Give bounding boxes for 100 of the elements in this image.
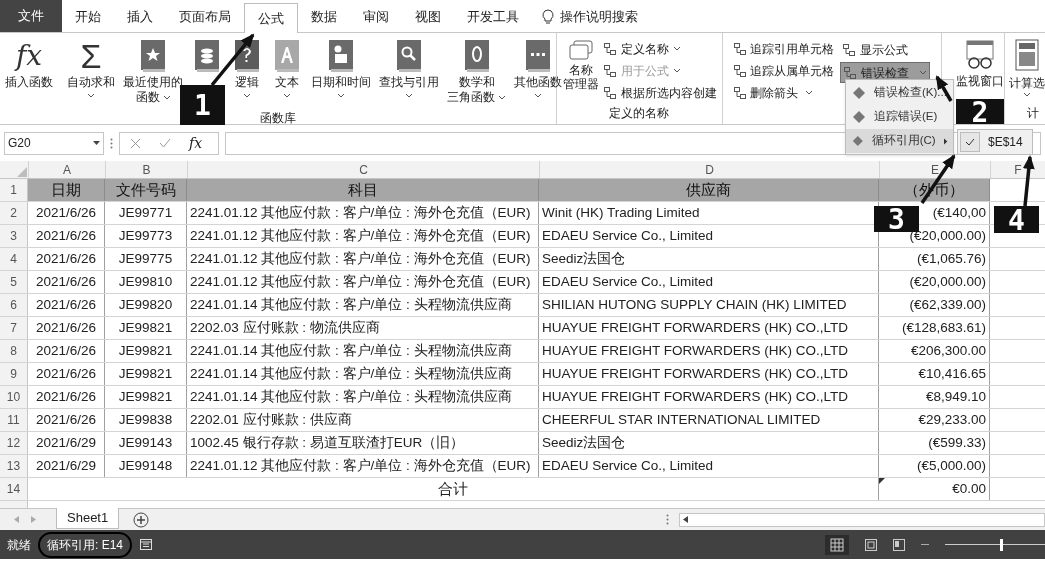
- ribbon-tab[interactable]: 审阅: [350, 2, 402, 32]
- ribbon-button[interactable]: 逻辑: [228, 37, 266, 109]
- trace-arrows-icon: [732, 85, 747, 100]
- menu-item[interactable]: 追踪错误(E): [846, 105, 944, 129]
- table-cell: 2241.01.12 其他应付款 : 客户/单位 : 海外仓充值（EUR): [187, 248, 539, 270]
- row-number[interactable]: 12: [0, 432, 28, 454]
- watch-window-button[interactable]: 监视窗口: [955, 39, 1004, 91]
- zoom-slider-thumb[interactable]: [1000, 538, 1003, 551]
- row-number[interactable]: 4: [0, 248, 28, 270]
- header-cell: 日期: [28, 179, 105, 201]
- table-cell: JE99143: [105, 432, 187, 454]
- row-number[interactable]: 7: [0, 317, 28, 339]
- function-glyph: fx: [15, 42, 43, 70]
- name-manager-button[interactable]: 名称 管理器: [563, 39, 599, 102]
- check-icon[interactable]: [159, 138, 171, 148]
- column-header[interactable]: E: [879, 161, 990, 178]
- table-cell: 2241.01.12 其他应付款 : 客户/单位 : 海外仓充值（EUR): [187, 455, 539, 477]
- zoom-slider[interactable]: [945, 538, 1045, 551]
- table-cell: JE99810: [105, 271, 187, 293]
- ribbon-tab[interactable]: 插入: [114, 2, 166, 32]
- menu-item[interactable]: 错误检查(K)...: [846, 81, 953, 105]
- ribbon-menu-button[interactable]: 追踪从属单元格: [732, 61, 834, 80]
- ribbon-button[interactable]: fx 插入函数: [2, 37, 56, 109]
- sheet-tab[interactable]: Sheet1: [56, 508, 120, 529]
- row-number[interactable]: 10: [0, 386, 28, 408]
- row-number[interactable]: 14: [0, 478, 28, 500]
- page-layout-view-icon[interactable]: [865, 538, 877, 551]
- row-number[interactable]: 6: [0, 294, 28, 316]
- row-number[interactable]: 5: [0, 271, 28, 293]
- ribbon-menu-button[interactable]: 显示公式: [839, 39, 930, 60]
- table-cell: (€5,000.00): [879, 455, 990, 477]
- formula-icon: [841, 42, 856, 57]
- add-sheet-icon[interactable]: [133, 511, 150, 528]
- column-header[interactable]: D: [539, 161, 879, 178]
- row-number[interactable]: 9: [0, 363, 28, 385]
- table-cell: 2021/6/26: [28, 248, 105, 270]
- normal-view-icon[interactable]: [825, 534, 849, 555]
- scroll-left-icon[interactable]: [683, 516, 689, 523]
- calculation-options-button[interactable]: 计算选: [1009, 39, 1045, 97]
- row-number[interactable]: 3: [0, 225, 28, 247]
- table-cell: 2021/6/26: [28, 386, 105, 408]
- page-break-view-icon[interactable]: [893, 538, 905, 551]
- caret-icon: [673, 46, 681, 51]
- table-cell: JE99148: [105, 455, 187, 477]
- table-cell: 2021/6/26: [28, 225, 105, 247]
- caret-icon: [243, 93, 251, 98]
- table-cell: Seediz法国仓: [539, 248, 879, 270]
- caret-icon: [162, 95, 171, 100]
- table-cell: €29,233.00: [879, 409, 990, 431]
- table-cell: (€128,683.61): [879, 317, 990, 339]
- ribbon-tab[interactable]: 视图: [402, 2, 454, 32]
- table-cell: HUAYUE FREIGHT FORWARDERS (HK) CO.,LTD: [539, 386, 879, 408]
- row-number[interactable]: 11: [0, 409, 28, 431]
- macro-record-icon[interactable]: [140, 539, 153, 550]
- zoom-out-icon[interactable]: [921, 543, 929, 546]
- column-header[interactable]: F: [990, 161, 1045, 178]
- column-header[interactable]: C: [187, 161, 539, 178]
- caret-icon: [1023, 92, 1031, 97]
- header-cell: 科目: [187, 179, 539, 201]
- circular-reference-status: 循环引用: E14: [38, 531, 133, 558]
- table-cell: 1002.45 银行存款 : 易道互联渣打EUR（旧）: [187, 432, 539, 454]
- ribbon-tab[interactable]: 开始: [62, 2, 114, 32]
- ribbon-tab[interactable]: 开发工具: [454, 2, 532, 32]
- search-hint[interactable]: 操作说明搜索: [560, 7, 638, 27]
- table-cell: 2241.01.14 其他应付款 : 客户/单位 : 头程物流供应商: [187, 363, 539, 385]
- insert-function-button[interactable]: fx: [189, 132, 203, 154]
- column-header[interactable]: B: [105, 161, 187, 178]
- row-number[interactable]: 1: [0, 179, 28, 201]
- ribbon-tab[interactable]: 公式: [244, 3, 298, 33]
- header-cell: 文件号码: [105, 179, 187, 201]
- ribbon-menu-button[interactable]: 定义名称: [603, 39, 717, 58]
- ribbon-button[interactable]: Σ 自动求和: [64, 37, 118, 109]
- formula-icon: [842, 65, 857, 80]
- caret-icon: [405, 93, 413, 98]
- row-number[interactable]: 2: [0, 202, 28, 224]
- table-cell: 2241.01.12 其他应付款 : 客户/单位 : 海外仓充值（EUR): [187, 271, 539, 293]
- menu-item[interactable]: $E$14: [958, 130, 1032, 154]
- ribbon-tab[interactable]: 文件: [0, 0, 62, 32]
- column-header[interactable]: A: [28, 161, 105, 178]
- ribbon-button[interactable]: 数学和 三角函数: [444, 37, 509, 109]
- name-box[interactable]: G20: [4, 131, 104, 155]
- ribbon-button[interactable]: 文本: [268, 37, 306, 109]
- table-cell: SHILIAN HUTONG SUPPLY CHAIN (HK) LIMITED: [539, 294, 879, 316]
- ribbon-tab[interactable]: 数据: [298, 2, 350, 32]
- more-options-icon: [666, 514, 670, 525]
- ribbon-menu-button[interactable]: 删除箭头: [732, 83, 834, 102]
- menu-item[interactable]: 循环引用(C): [846, 129, 953, 153]
- ribbon-button[interactable]: 日期和时间: [308, 37, 374, 109]
- button-label: 自动求和: [67, 75, 115, 90]
- table-cell: €10,416.65: [879, 363, 990, 385]
- horizontal-scrollbar[interactable]: [679, 512, 1045, 527]
- row-number[interactable]: 8: [0, 340, 28, 362]
- ribbon-menu-button[interactable]: 追踪引用单元格: [732, 39, 834, 58]
- ribbon-menu-button[interactable]: 根据所选内容创建: [603, 83, 717, 102]
- ribbon-button[interactable]: 查找与引用: [376, 37, 442, 109]
- table-cell: (€62,339.00): [879, 294, 990, 316]
- row-number[interactable]: 13: [0, 455, 28, 477]
- cancel-icon[interactable]: [130, 137, 141, 149]
- table-cell: 2021/6/26: [28, 317, 105, 339]
- ribbon-tab[interactable]: 页面布局: [166, 2, 244, 32]
